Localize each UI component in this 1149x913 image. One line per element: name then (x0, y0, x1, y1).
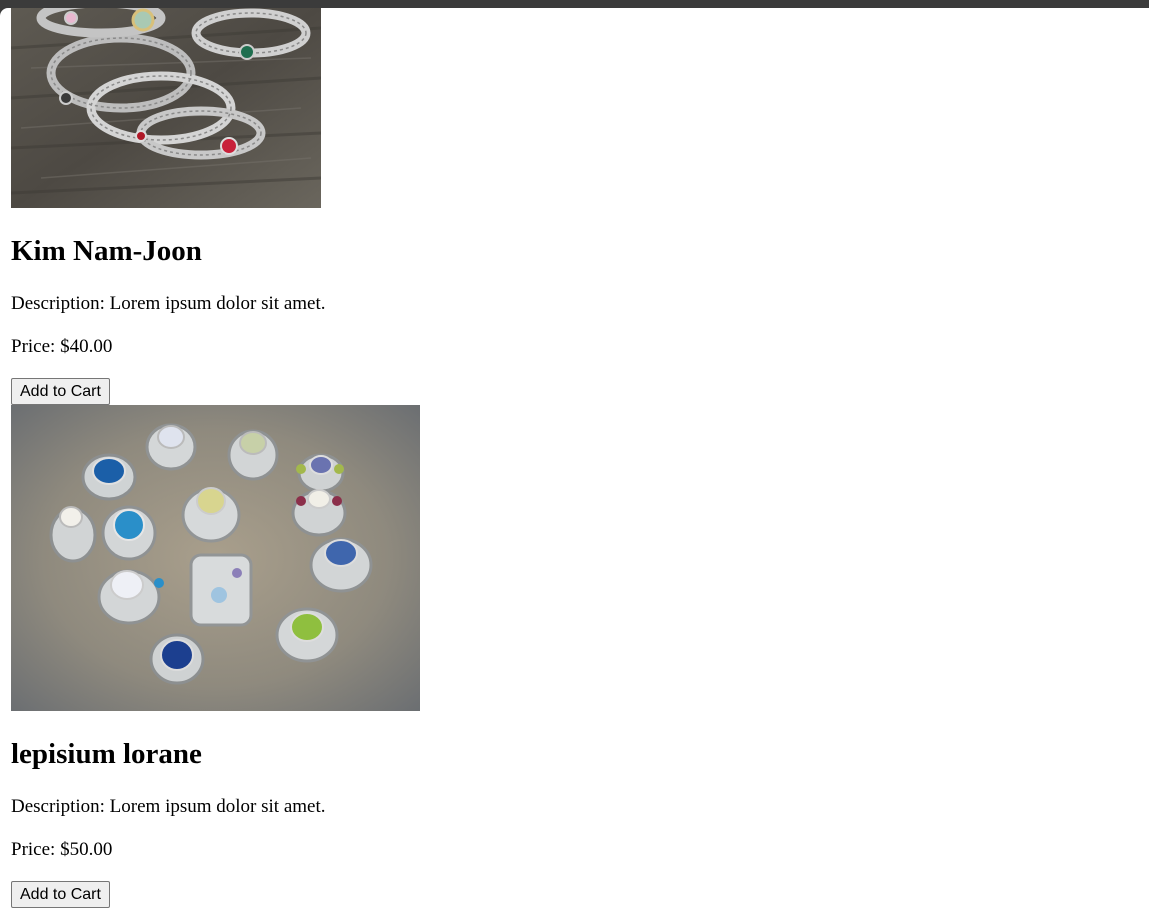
product-description: Description: Lorem ipsum dolor sit amet. (11, 796, 326, 817)
product-image-rings (11, 405, 420, 711)
product-card: Kim Nam-Joon Description: Lorem ipsum do… (11, 8, 326, 405)
product-name: Kim Nam-Joon (11, 235, 202, 267)
product-description: Description: Lorem ipsum dolor sit amet. (11, 293, 326, 314)
add-to-cart-button[interactable]: Add to Cart (11, 378, 110, 405)
product-price: Price: $50.00 (11, 839, 113, 860)
add-to-cart-button[interactable]: Add to Cart (11, 881, 110, 908)
bracelets-photo (11, 8, 321, 208)
product-image-bracelets (11, 8, 321, 208)
product-price: Price: $40.00 (11, 336, 113, 357)
rings-photo (11, 405, 420, 711)
product-card: lepisium lorane Description: Lorem ipsum… (11, 405, 420, 908)
page: Kim Nam-Joon Description: Lorem ipsum do… (0, 8, 1149, 913)
product-name: lepisium lorane (11, 738, 202, 770)
